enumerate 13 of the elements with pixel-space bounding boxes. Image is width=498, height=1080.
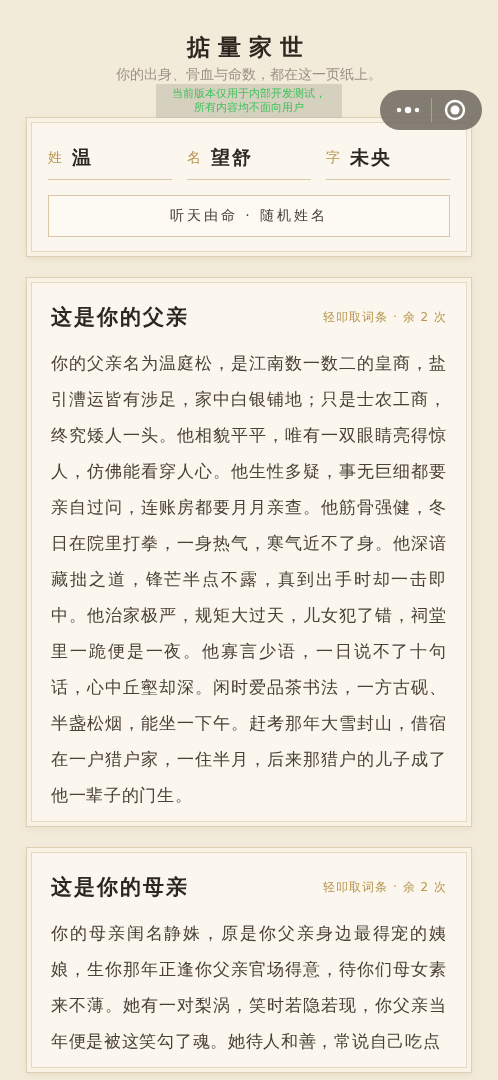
- section-text: 你的母亲闺名静姝，原是你父亲身边最得宠的姨娘，生你那年正逢你父亲官场得意，待你们母女素来不薄。她有一对梨涡，笑时若隐若现，你父亲当年便是被这笑勾了魂。她待人和善，常说自己吃点: [51, 922, 447, 1053]
- name-field[interactable]: 字 未央: [326, 137, 450, 180]
- name-field[interactable]: 名 望舒: [187, 137, 311, 180]
- section-title: 这是你的父亲: [51, 304, 189, 331]
- random-name-button[interactable]: 听天由命 · 随机姓名: [48, 195, 450, 237]
- close-icon[interactable]: [444, 99, 467, 121]
- page-subtitle: 你的出身、骨血与命数，都在这一页纸上。: [115, 66, 383, 84]
- name-field[interactable]: 姓 温: [48, 137, 172, 180]
- section-text: 你的父亲名为温庭松，是江南数一数二的皇商，盐引漕运皆有涉足，家中白银铺地；只是士农工商，终究矮人一头。他相貌平平，唯有一双眼睛亮得惊人，仿佛能看穿人心。他生性多疑，事无巨细都要亲自过问，连账房都要月月亲查。他筋骨强健，冬日在院里打拳，一身热气，寒气近不了身。他深谙藏拙之道，锋芒半点不露，真到出手时却一击即中。他治家极严，规矩大过天，儿女犯了错，祠堂里一跪便是一夜。他寡言少语，一日说不了十句话，心中丘壑却深。闲时爱品茶书法，一方古砚、半盏松烟，能坐一下午。赶考那年大雪封山，借宿在一户猎户家，一住半月，后来那猎户的儿子成了他一辈子的门生。: [51, 352, 447, 807]
- page-title: 掂量家世: [185, 33, 312, 62]
- section-title: 这是你的母亲: [51, 874, 189, 901]
- more-icon[interactable]: [395, 105, 420, 115]
- dev-notice: 当前版本仅用于内部开发测试， 所有内容均不面向用户: [156, 84, 342, 118]
